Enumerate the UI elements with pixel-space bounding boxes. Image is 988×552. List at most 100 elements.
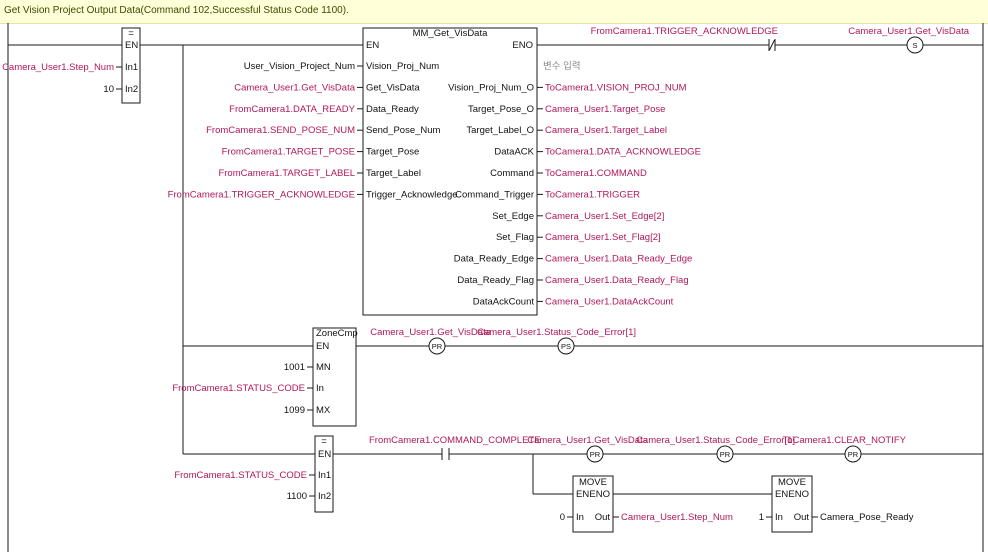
move1-out-variable[interactable]: Camera_User1.Step_Num: [621, 512, 733, 523]
fb-input-variable[interactable]: User_Vision_Project_Num: [244, 61, 355, 72]
fb-output-pin: DataAckCount: [473, 296, 535, 307]
eq2-pin-en: EN: [318, 449, 331, 460]
fb-pin-en: EN: [366, 40, 379, 51]
fb-output-pin: Target_Label_O: [466, 125, 534, 136]
fb-input-pin: Send_Pose_Num: [366, 125, 441, 136]
fb-output-variable[interactable]: Camera_User1.Set_Flag[2]: [545, 232, 661, 243]
eq-in2-constant[interactable]: 10: [103, 84, 114, 95]
zonecmp-mx-constant[interactable]: 1099: [284, 405, 305, 416]
move2-pin-in: In: [775, 512, 783, 523]
svg-text:PR: PR: [720, 450, 731, 459]
coil-pr-3[interactable]: PR: [716, 445, 734, 463]
eq-pin-in2: In2: [125, 84, 138, 95]
move2-out-variable[interactable]: Camera_Pose_Ready: [820, 512, 914, 523]
fb-output-variable[interactable]: Camera_User1.DataAckCount: [545, 296, 674, 307]
fb-input-variable[interactable]: FromCamera1.TRIGGER_ACKNOWLEDGE: [168, 189, 355, 200]
contact-no-variable[interactable]: FromCamera1.COMMAND_COMPLETE: [369, 435, 541, 446]
svg-text:PR: PR: [590, 450, 601, 459]
fb-input-pin: Target_Label: [366, 168, 421, 179]
coil-pr-2-variable[interactable]: Camera_User1.Get_VisData: [527, 435, 648, 446]
eq-compare-block[interactable]: = EN In1 In2: [121, 27, 141, 104]
eq2-pin-in2: In2: [318, 491, 331, 502]
move-block-1[interactable]: MOVE EN ENO In Out: [572, 475, 614, 533]
zonecmp-in-variable[interactable]: FromCamera1.STATUS_CODE: [172, 383, 305, 394]
move2-pin-out: Out: [794, 512, 810, 523]
coil-set[interactable]: S: [906, 36, 924, 54]
coil-pr-1[interactable]: PR: [428, 337, 446, 355]
fb-output-variable[interactable]: Camera_User1.Target_Pose: [545, 104, 665, 115]
rung-2: ZoneCmp EN MN In MX 1001 FromCamera1.STA…: [172, 327, 983, 427]
move2-pin-en: EN: [775, 489, 788, 500]
fb-input-pin: Target_Pose: [366, 147, 419, 158]
fb-output-variable[interactable]: ToCamera1.VISION_PROJ_NUM: [545, 82, 687, 93]
fb-input-variable[interactable]: FromCamera1.SEND_POSE_NUM: [206, 125, 355, 136]
rung-comment-banner[interactable]: Get Vision Project Output Data(Command 1…: [0, 0, 988, 24]
coil-pr-4-variable[interactable]: ToCamera1.CLEAR_NOTIFY: [782, 435, 906, 446]
move1-title: MOVE: [579, 477, 607, 488]
coil-pr-3-variable[interactable]: Camera_User1.Status_Code_Error[1]: [636, 435, 795, 446]
fb-output-pin: Data_Ready_Edge: [454, 254, 534, 265]
fb-output-pin: Vision_Proj_Num_O: [448, 82, 534, 93]
contact-normally-open[interactable]: [441, 448, 450, 460]
eq-compare-block-2[interactable]: = EN In1 In2: [314, 435, 334, 513]
coil-set-variable[interactable]: Camera_User1.Get_VisData: [848, 26, 969, 37]
move-block-2[interactable]: MOVE EN ENO In Out: [771, 475, 813, 533]
zonecmp-pin-mx: MX: [316, 405, 331, 416]
zonecmp-block[interactable]: ZoneCmp EN MN In MX: [312, 327, 358, 427]
fb-output-variable[interactable]: ToCamera1.DATA_ACKNOWLEDGE: [545, 147, 701, 158]
zonecmp-pin-in: In: [316, 383, 324, 394]
fb-output-variable[interactable]: Camera_User1.Data_Ready_Flag: [545, 275, 689, 286]
fb-output-variable[interactable]: Camera_User1.Target_Label: [545, 125, 667, 136]
eq2-pin-in1: In1: [318, 470, 331, 481]
contact-normally-closed[interactable]: [768, 39, 776, 51]
fb-output-pin: Command_Trigger: [455, 189, 534, 200]
move1-pin-en: EN: [576, 489, 589, 500]
move2-pin-eno: ENO: [788, 489, 809, 500]
fb-input-variable[interactable]: Camera_User1.Get_VisData: [234, 82, 355, 93]
fb-output-variable[interactable]: Camera_User1.Data_Ready_Edge: [545, 254, 692, 265]
rung-comment-text: Get Vision Project Output Data(Command 1…: [4, 5, 349, 16]
move1-pin-eno: ENO: [589, 489, 610, 500]
move1-pin-in: In: [576, 512, 584, 523]
rung-3: = EN In1 In2 FromCamera1.STATUS_CODE 110…: [174, 435, 983, 533]
fb-input-variable[interactable]: FromCamera1.TARGET_LABEL: [218, 168, 355, 179]
svg-text:PR: PR: [432, 342, 443, 351]
move1-pin-out: Out: [595, 512, 611, 523]
zonecmp-title: ZoneCmp: [316, 328, 358, 339]
eq-pin-en: EN: [125, 40, 138, 51]
coil-pr-2[interactable]: PR: [586, 445, 604, 463]
fb-output-pin: Command: [490, 168, 534, 179]
fb-pin-eno: ENO: [512, 40, 533, 51]
move2-title: MOVE: [778, 477, 806, 488]
fb-output-pin: Set_Edge: [492, 211, 534, 222]
eq2-in2-constant[interactable]: 1100: [287, 491, 307, 502]
svg-text:PS: PS: [561, 342, 571, 351]
fb-input-pin: Data_Ready: [366, 104, 419, 115]
coil-pr-4[interactable]: PR: [844, 445, 862, 463]
fb-output-variable[interactable]: ToCamera1.TRIGGER: [545, 189, 640, 200]
fb-input-variable[interactable]: FromCamera1.DATA_READY: [229, 104, 355, 115]
fb-input-variable[interactable]: FromCamera1.TARGET_POSE: [222, 147, 355, 158]
fb-output-pin: Set_Flag: [496, 232, 534, 243]
coil-ps-variable[interactable]: Camera_User1.Status_Code_Error[1]: [477, 327, 636, 338]
fb-output-pin: Target_Pose_O: [468, 104, 534, 115]
coil-ps[interactable]: PS: [557, 337, 575, 355]
zonecmp-mn-constant[interactable]: 1001: [284, 362, 305, 373]
rung-1: = EN In1 In2 Camera_User1.Step_Num 10 MM…: [2, 26, 983, 316]
move2-in-constant[interactable]: 1: [759, 512, 764, 523]
eq2-block-title: =: [321, 436, 327, 447]
eq-pin-in1: In1: [125, 62, 138, 73]
eq-in1-variable[interactable]: Camera_User1.Step_Num: [2, 62, 114, 73]
fb-output-pin: Data_Ready_Flag: [457, 275, 534, 286]
fb-input-pin: Trigger_Acknowledge: [366, 189, 458, 200]
contact-nc-variable[interactable]: FromCamera1.TRIGGER_ACKNOWLEDGE: [591, 26, 778, 37]
eq2-in1-variable[interactable]: FromCamera1.STATUS_CODE: [174, 470, 307, 481]
fb-input-pin: Vision_Proj_Num: [366, 61, 439, 72]
coil-pr-1-variable[interactable]: Camera_User1.Get_VisData: [370, 327, 491, 338]
fb-output-variable[interactable]: ToCamera1.COMMAND: [545, 168, 647, 179]
ladder-diagram: = EN In1 In2 Camera_User1.Step_Num 10 MM…: [2, 23, 984, 552]
fb-output-variable[interactable]: Camera_User1.Set_Edge[2]: [545, 211, 664, 222]
move1-in-constant[interactable]: 0: [560, 512, 565, 523]
eno-output-placeholder[interactable]: 변수 입력: [543, 60, 581, 72]
svg-text:PR: PR: [848, 450, 859, 459]
